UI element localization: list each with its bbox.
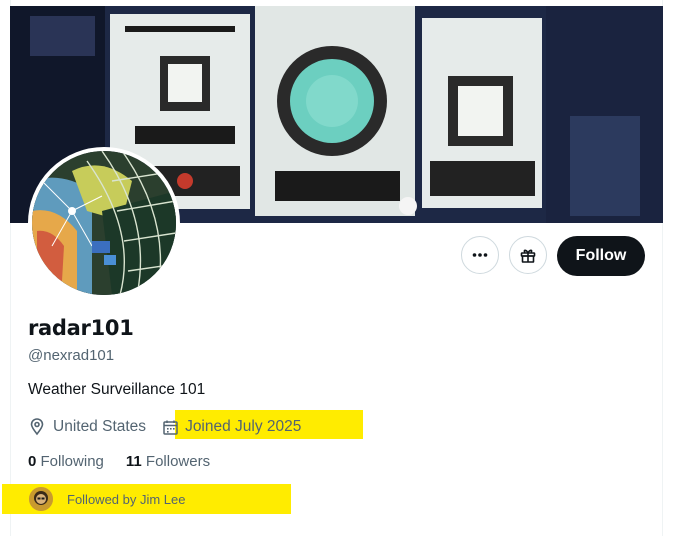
gift-icon [520, 249, 536, 263]
followed-by-text: Followed by Jim Lee [67, 491, 186, 507]
location-item: United States [28, 418, 146, 436]
profile-avatar[interactable] [28, 147, 180, 299]
username-handle: @nexrad101 [28, 347, 115, 364]
followers-label: Followers [145, 453, 211, 470]
gift-button[interactable] [509, 236, 547, 274]
profile-bio: Weather Surveillance 101 [28, 381, 206, 398]
profile-meta: United States Joined July 2025 [28, 415, 301, 439]
followers-count: 11 [125, 453, 146, 470]
joined-text: Joined July 2025 [185, 418, 302, 435]
following-label: Following [40, 453, 104, 470]
location-text: United States [53, 418, 147, 435]
following-count: 0 [28, 453, 41, 470]
followers-link[interactable]: 11 Followers [126, 453, 210, 470]
display-name: radar101 [28, 316, 134, 340]
more-button[interactable] [461, 236, 499, 274]
follower-avatar [29, 487, 53, 511]
follow-stats: 0 Following 11 Followers [28, 453, 210, 470]
more-dots-icon [472, 253, 488, 257]
location-pin-icon [30, 418, 44, 436]
followed-by-link[interactable]: Followed by Jim Lee [29, 487, 186, 511]
follow-button[interactable]: Follow [557, 236, 645, 276]
following-link[interactable]: 0 Following [28, 453, 104, 470]
calendar-icon [163, 420, 178, 435]
joined-item: Joined July 2025 [162, 418, 301, 436]
